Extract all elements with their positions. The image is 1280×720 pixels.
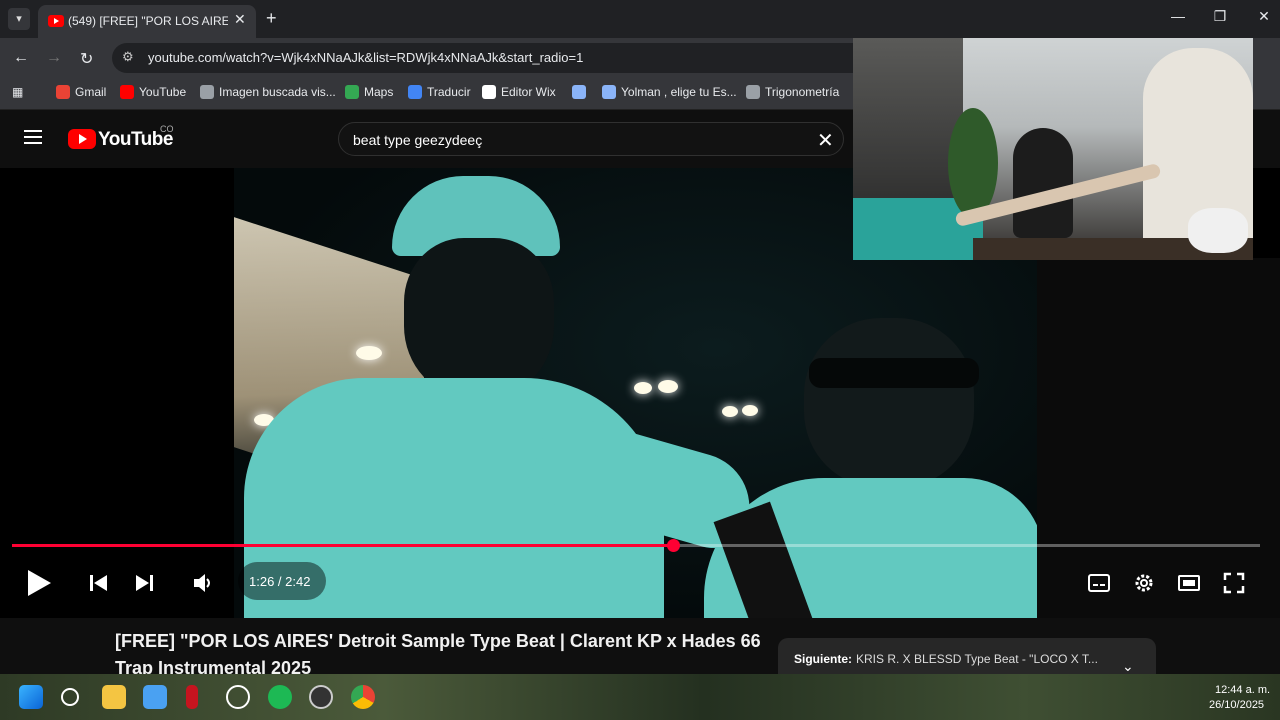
bookmark-item[interactable]: Yolman , elige tu Es... (602, 85, 737, 99)
up-next-label: Siguiente: (794, 652, 853, 666)
bookmark-favicon-icon (345, 85, 359, 99)
ceiling-light (742, 405, 758, 416)
bookmark-favicon-icon (200, 85, 214, 99)
bookmark-item[interactable]: Imagen buscada vis... (200, 85, 336, 99)
bookmark-item[interactable]: YouTube (120, 85, 186, 99)
time-display: 1:26 / 2:42 (238, 562, 326, 600)
back-button[interactable]: ← (13, 49, 29, 67)
maximize-button[interactable]: ❐ (1200, 8, 1240, 25)
address-bar[interactable]: ⚙ youtube.com/watch?v=Wjk4xNNaAJk&list=R… (112, 43, 872, 73)
bookmark-label: Traducir (427, 85, 471, 99)
url-text[interactable]: youtube.com/watch?v=Wjk4xNNaAJk&list=RDW… (148, 50, 583, 65)
person (1013, 128, 1073, 238)
theater-mode-icon[interactable] (1177, 572, 1201, 594)
up-next-title[interactable]: KRIS R. X BLESSD Type Beat - "LOCO X T..… (856, 652, 1098, 666)
microsoft-store-icon[interactable] (143, 685, 167, 709)
bookmark-label: Gmail (75, 85, 107, 99)
bookmark-favicon-icon (746, 85, 760, 99)
subtitles-icon[interactable] (1087, 572, 1111, 594)
tab-search-chevron-icon[interactable]: ▾ (8, 8, 30, 30)
netflix-icon[interactable] (186, 685, 198, 709)
up-next-card[interactable]: Siguiente: KRIS R. X BLESSD Type Beat - … (778, 638, 1156, 678)
bookmark-favicon-icon (482, 85, 496, 99)
chatgpt-icon[interactable] (226, 685, 250, 709)
app-icon[interactable] (309, 685, 333, 709)
bookmark-label: Trigonometría (765, 85, 840, 99)
country-code: CO (160, 124, 174, 134)
previous-icon[interactable] (88, 572, 110, 594)
chevron-down-icon[interactable]: ⌄ (1122, 658, 1134, 675)
chrome-icon[interactable] (351, 685, 375, 709)
play-icon[interactable] (24, 568, 54, 598)
ceiling-light (658, 380, 678, 393)
apps-grid-icon[interactable]: ▦ (12, 85, 23, 99)
search-icon[interactable] (61, 688, 79, 706)
minimize-button[interactable]: — (1158, 8, 1198, 24)
bookmark-favicon-icon (602, 85, 616, 99)
browser-tab[interactable]: (549) [FREE] "POR LOS AIRES' D ✕ (38, 5, 256, 38)
bookmark-favicon-icon (572, 85, 586, 99)
bookmark-item[interactable]: Editor Wix (482, 85, 556, 99)
ceiling-light (722, 406, 738, 417)
video-info: [FREE] "POR LOS AIRES' Detroit Sample Ty… (0, 618, 1280, 678)
youtube-logo-icon[interactable] (68, 129, 96, 149)
browser-title-bar: ▾ (549) [FREE] "POR LOS AIRES' D ✕ + — ❐… (0, 0, 1280, 38)
bookmark-favicon-icon (56, 85, 70, 99)
time-text: 1:26 / 2:42 (249, 574, 311, 589)
forward-button[interactable]: → (46, 49, 62, 67)
volume-icon[interactable] (191, 571, 215, 595)
player-background (1037, 258, 1280, 618)
windows-start-icon[interactable] (19, 685, 43, 709)
webcam-overlay (853, 38, 1253, 260)
new-tab-button[interactable]: + (266, 8, 277, 29)
file-explorer-icon[interactable] (102, 685, 126, 709)
bookmark-item[interactable]: Maps (345, 85, 393, 99)
spotify-icon[interactable] (268, 685, 292, 709)
fullscreen-icon[interactable] (1222, 571, 1246, 595)
clock-date[interactable]: 26/10/2025 (1209, 699, 1264, 711)
progress-played (12, 544, 674, 547)
face (404, 238, 554, 398)
tab-close-icon[interactable]: ✕ (234, 11, 246, 28)
bookmark-item[interactable] (572, 85, 591, 99)
tab-title: (549) [FREE] "POR LOS AIRES' D (68, 14, 228, 28)
search-clear-icon[interactable]: ✕ (817, 128, 834, 153)
search-query-text[interactable]: beat type geezydeeç (353, 132, 482, 148)
bookmark-favicon-icon (408, 85, 422, 99)
bookmark-item[interactable]: Gmail (56, 85, 106, 99)
hamburger-menu-icon[interactable] (24, 130, 42, 144)
bookmark-label: Maps (364, 85, 394, 99)
face (804, 318, 974, 488)
site-info-icon[interactable]: ⚙ (122, 49, 134, 65)
ceiling-light (634, 382, 652, 394)
clock-time[interactable]: 12:44 a. m. (1215, 684, 1270, 696)
next-icon[interactable] (133, 572, 155, 594)
bookmark-label: Imagen buscada vis... (219, 85, 336, 99)
windows-taskbar: 12:44 a. m. 26/10/2025 (0, 674, 1280, 720)
reload-button[interactable]: ↻ (80, 49, 93, 69)
bookmark-label: Yolman , elige tu Es... (621, 85, 737, 99)
bookmark-item[interactable]: Traducir (408, 85, 471, 99)
ceiling-light (356, 346, 382, 360)
sunglasses (809, 358, 979, 388)
settings-gear-icon[interactable] (1132, 571, 1156, 595)
bookmark-item[interactable]: Trigonometría (746, 85, 839, 99)
search-input[interactable]: beat type geezydeeç ✕ (338, 122, 844, 156)
plant (948, 108, 998, 218)
window-close-button[interactable]: ✕ (1244, 8, 1280, 25)
youtube-favicon-icon (48, 15, 64, 27)
bookmark-label: YouTube (139, 85, 187, 99)
bookmark-favicon-icon (120, 85, 134, 99)
sneaker (1188, 208, 1248, 253)
progress-bar[interactable] (12, 539, 1260, 552)
bookmark-label: Editor Wix (501, 85, 556, 99)
